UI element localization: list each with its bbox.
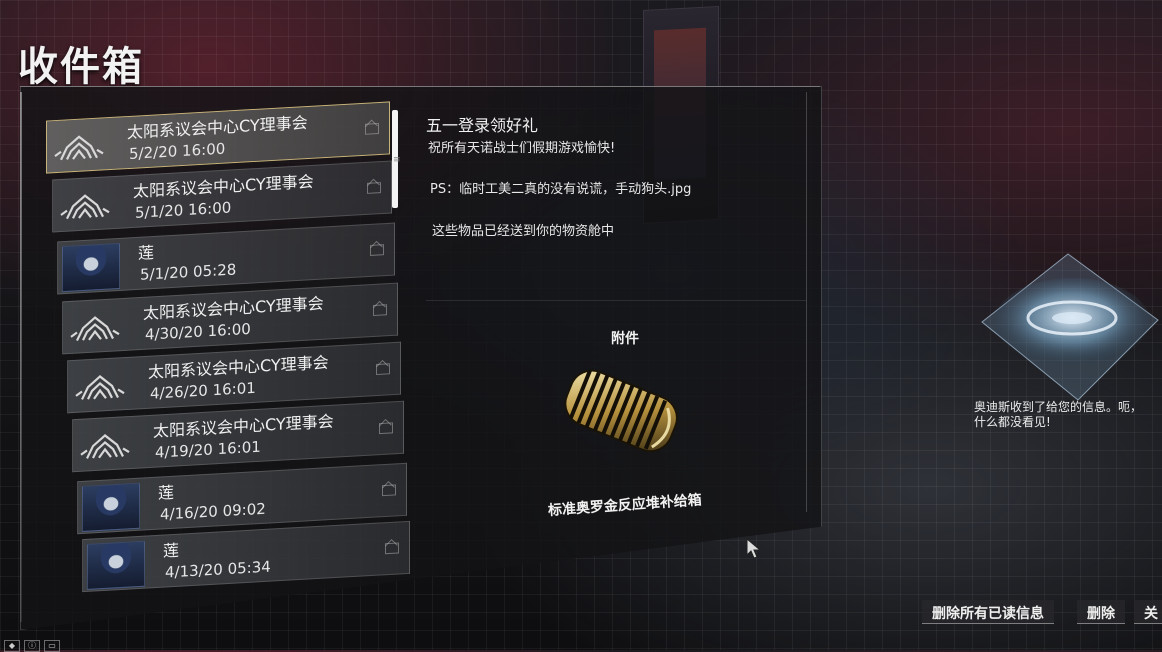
lotus-portrait-avatar <box>82 482 140 532</box>
warframe-logo-icon <box>77 421 133 468</box>
message-line: 这些物品已经送到你的物资舱中 <box>432 224 615 239</box>
footer-status-icons: ◆ ⓘ ▭ <box>4 640 60 652</box>
mail-date: 4/16/20 09:02 <box>160 499 266 524</box>
close-button[interactable]: 关 <box>1134 600 1162 624</box>
diamond-icon: ◆ <box>4 640 20 652</box>
lotus-portrait-avatar <box>62 242 120 293</box>
mail-sender: 莲 <box>158 482 175 503</box>
message-line: PS：临时工美二真的没有说谎，手动狗头.jpg <box>430 182 692 197</box>
ordis-hologram-icon <box>968 250 1162 410</box>
mail-date: 4/30/20 16:00 <box>145 319 251 344</box>
envelope-icon <box>373 304 387 317</box>
mail-date: 5/1/20 16:00 <box>135 198 232 222</box>
panel-left-edge <box>20 92 22 622</box>
ordis-message: 奥迪斯收到了给您的信息。呃， 什么都没看见! <box>974 400 1162 430</box>
warframe-logo-icon <box>72 362 128 409</box>
mail-date: 4/19/20 16:01 <box>155 437 261 462</box>
scrollbar-grip-icon: ≡ <box>393 155 401 165</box>
info-icon: ⓘ <box>24 640 40 652</box>
mail-date: 4/26/20 16:01 <box>150 378 256 403</box>
warframe-logo-icon <box>51 122 107 169</box>
warframe-logo-icon <box>67 303 123 350</box>
lotus-portrait-avatar <box>87 540 145 590</box>
message-line: 祝所有天诺战士们假期游戏愉快! <box>428 141 616 156</box>
envelope-icon <box>382 484 396 497</box>
mail-date: 4/13/20 05:34 <box>165 557 271 582</box>
envelope-icon <box>385 542 399 555</box>
mail-sender: 太阳系议会中心CY理事会 <box>148 352 329 382</box>
message-edge <box>806 92 807 512</box>
warframe-logo-icon <box>57 181 113 228</box>
message-subject: 五一登录领好礼 <box>426 116 539 135</box>
mail-sender: 莲 <box>138 243 155 263</box>
window-icon: ▭ <box>44 640 60 652</box>
envelope-icon <box>370 244 384 256</box>
reactor-crate-icon[interactable] <box>553 362 693 472</box>
delete-all-read-button[interactable]: 删除所有已读信息 <box>922 600 1054 624</box>
mail-sender: 太阳系议会中心CY理事会 <box>133 171 314 201</box>
delete-button[interactable]: 删除 <box>1077 600 1125 624</box>
attachment-label: 附件 <box>611 331 639 347</box>
mail-sender: 太阳系议会中心CY理事会 <box>153 411 334 441</box>
mail-sender: 莲 <box>163 540 180 561</box>
envelope-icon <box>376 363 390 376</box>
mail-sender: 太阳系议会中心CY理事会 <box>143 293 324 323</box>
envelope-icon <box>367 182 381 194</box>
envelope-icon <box>379 422 393 435</box>
message-divider <box>426 300 806 301</box>
mouse-cursor-icon <box>746 537 762 560</box>
mail-sender: 太阳系议会中心CY理事会 <box>127 112 308 143</box>
mail-date: 5/1/20 05:28 <box>140 260 237 284</box>
mail-date: 5/2/20 16:00 <box>129 139 226 163</box>
ordis-message-line: 什么都没看见! <box>974 415 1051 429</box>
envelope-icon <box>365 122 379 135</box>
page-title: 收件箱 <box>18 44 144 90</box>
ordis-message-line: 奥迪斯收到了给您的信息。呃， <box>974 400 1143 414</box>
